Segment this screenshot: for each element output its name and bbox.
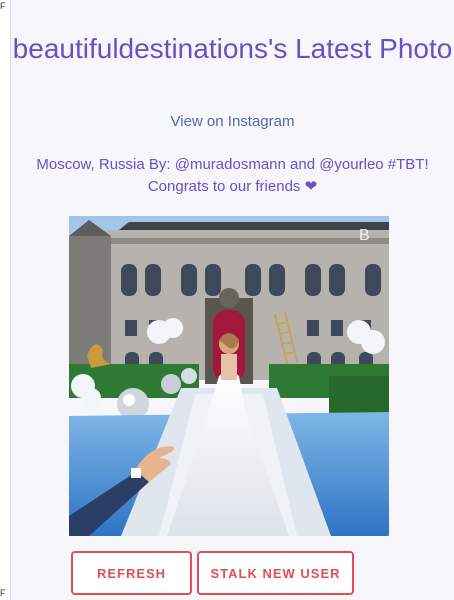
photo-caption: Moscow, Russia By: @muradosmann and @you… (19, 154, 446, 198)
photo-watermark: B (359, 227, 370, 244)
stalk-new-user-button[interactable]: STALK NEW USER (197, 551, 354, 595)
refresh-button[interactable]: REFRESH (71, 551, 192, 595)
caption-text: Moscow, Russia By: @muradosmann and @you… (36, 156, 429, 195)
edge-glyph-bottom: F (0, 588, 6, 598)
photo-illustration: B (69, 216, 389, 536)
latest-photo-card: beautifuldestinations's Latest Photo Vie… (11, 0, 454, 600)
heart-icon: ❤ (304, 178, 318, 195)
page-title: beautifuldestinations's Latest Photo (12, 33, 453, 64)
view-on-instagram-link[interactable]: View on Instagram (11, 113, 454, 131)
left-window-edge: F F (0, 0, 11, 600)
latest-photo[interactable]: B (69, 216, 389, 536)
edge-glyph-top: F (0, 1, 6, 11)
